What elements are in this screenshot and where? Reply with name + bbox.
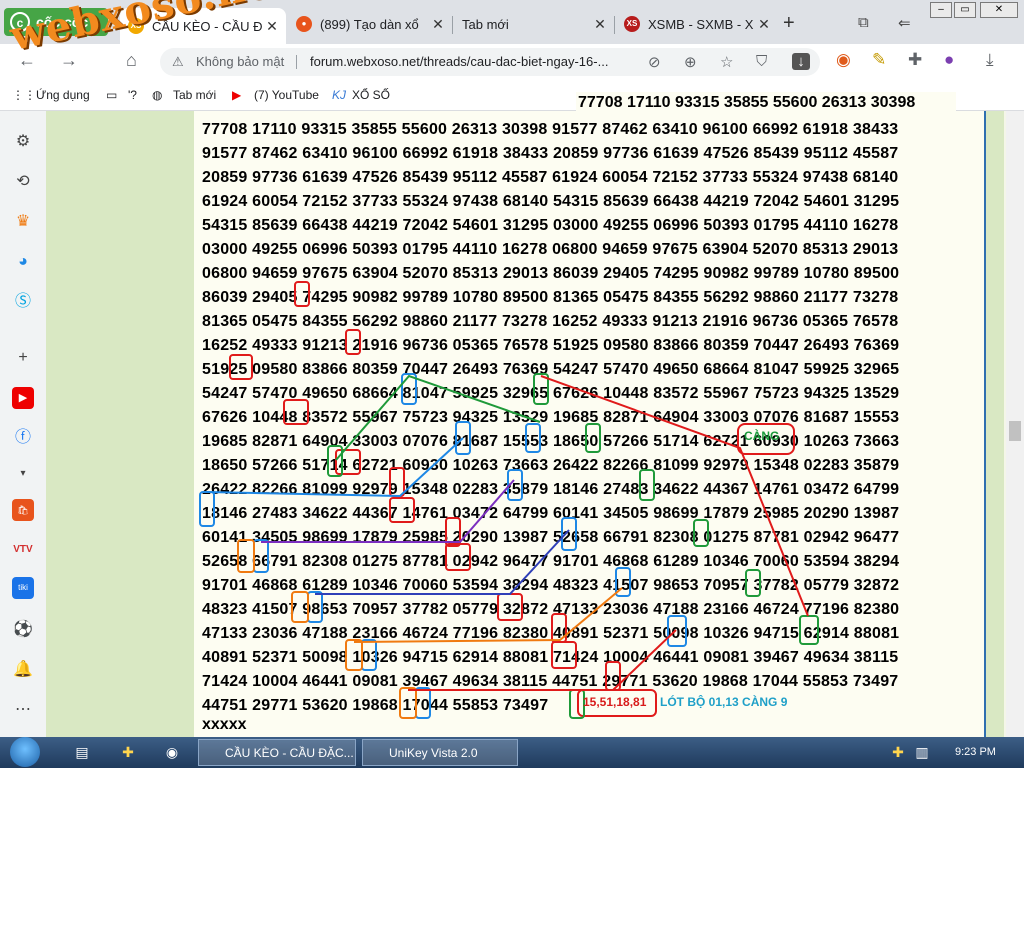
purple-line bbox=[261, 479, 515, 543]
chrome-icon[interactable]: ◉ bbox=[162, 742, 182, 762]
red-box bbox=[551, 641, 577, 669]
green-box bbox=[639, 469, 655, 501]
clock: 9:23 PM bbox=[955, 746, 996, 758]
blue-box bbox=[361, 639, 377, 671]
taskbar-task-unikey[interactable]: UniKey Vista 2.0 bbox=[362, 739, 518, 766]
lot-bo-label: LÓT BỘ 01,13 CÀNG 9 bbox=[660, 695, 788, 709]
tray-icon[interactable]: ✚ bbox=[888, 742, 908, 762]
orange-box bbox=[237, 539, 255, 573]
green-box bbox=[799, 615, 819, 645]
orange-box bbox=[399, 687, 417, 719]
orange-box bbox=[291, 591, 309, 623]
red-box bbox=[389, 497, 415, 523]
green-line bbox=[335, 374, 541, 461]
annotation-marks bbox=[199, 281, 819, 719]
red-box bbox=[497, 593, 523, 621]
start-button[interactable] bbox=[8, 737, 44, 768]
orange-line bbox=[353, 587, 623, 643]
blue-box bbox=[253, 539, 269, 573]
red-line-lower bbox=[408, 629, 677, 691]
windows-taskbar: ▤ ✚ ◉ CẦU KÈO - CẦU ĐẶC... UniKey Vista … bbox=[0, 737, 1024, 768]
screen: c cốc cốc XS CẦU KÈO - CẦU Đ ✕ ● (899) T… bbox=[0, 0, 1024, 768]
blue-box bbox=[415, 687, 431, 719]
red-box bbox=[445, 543, 471, 571]
green-box bbox=[745, 569, 761, 597]
red-box bbox=[335, 449, 361, 475]
blue-box bbox=[307, 591, 323, 623]
windows-orb-icon bbox=[10, 737, 40, 767]
green-box bbox=[693, 519, 709, 547]
network-icon[interactable]: ▥ bbox=[912, 742, 932, 762]
red-box bbox=[283, 399, 309, 425]
red-box bbox=[389, 467, 405, 497]
orange-box bbox=[345, 639, 363, 671]
explorer-icon[interactable]: ▤ bbox=[72, 742, 92, 762]
red-line-upper bbox=[540, 375, 809, 617]
blue-box bbox=[525, 423, 541, 453]
blue-box bbox=[667, 615, 687, 647]
cang-label: CÀNG bbox=[744, 429, 780, 443]
blue-box bbox=[199, 491, 215, 527]
coccoc-taskbar-icon[interactable]: ✚ bbox=[118, 742, 138, 762]
red-box bbox=[294, 281, 310, 307]
taskbar-task-browser[interactable]: CẦU KÈO - CẦU ĐẶC... bbox=[198, 739, 356, 766]
red-box bbox=[229, 354, 253, 380]
bot-numbers-label: 15,51,18,81 bbox=[583, 695, 647, 709]
navy-line bbox=[315, 529, 570, 595]
red-box bbox=[345, 329, 361, 355]
green-box bbox=[585, 423, 601, 453]
